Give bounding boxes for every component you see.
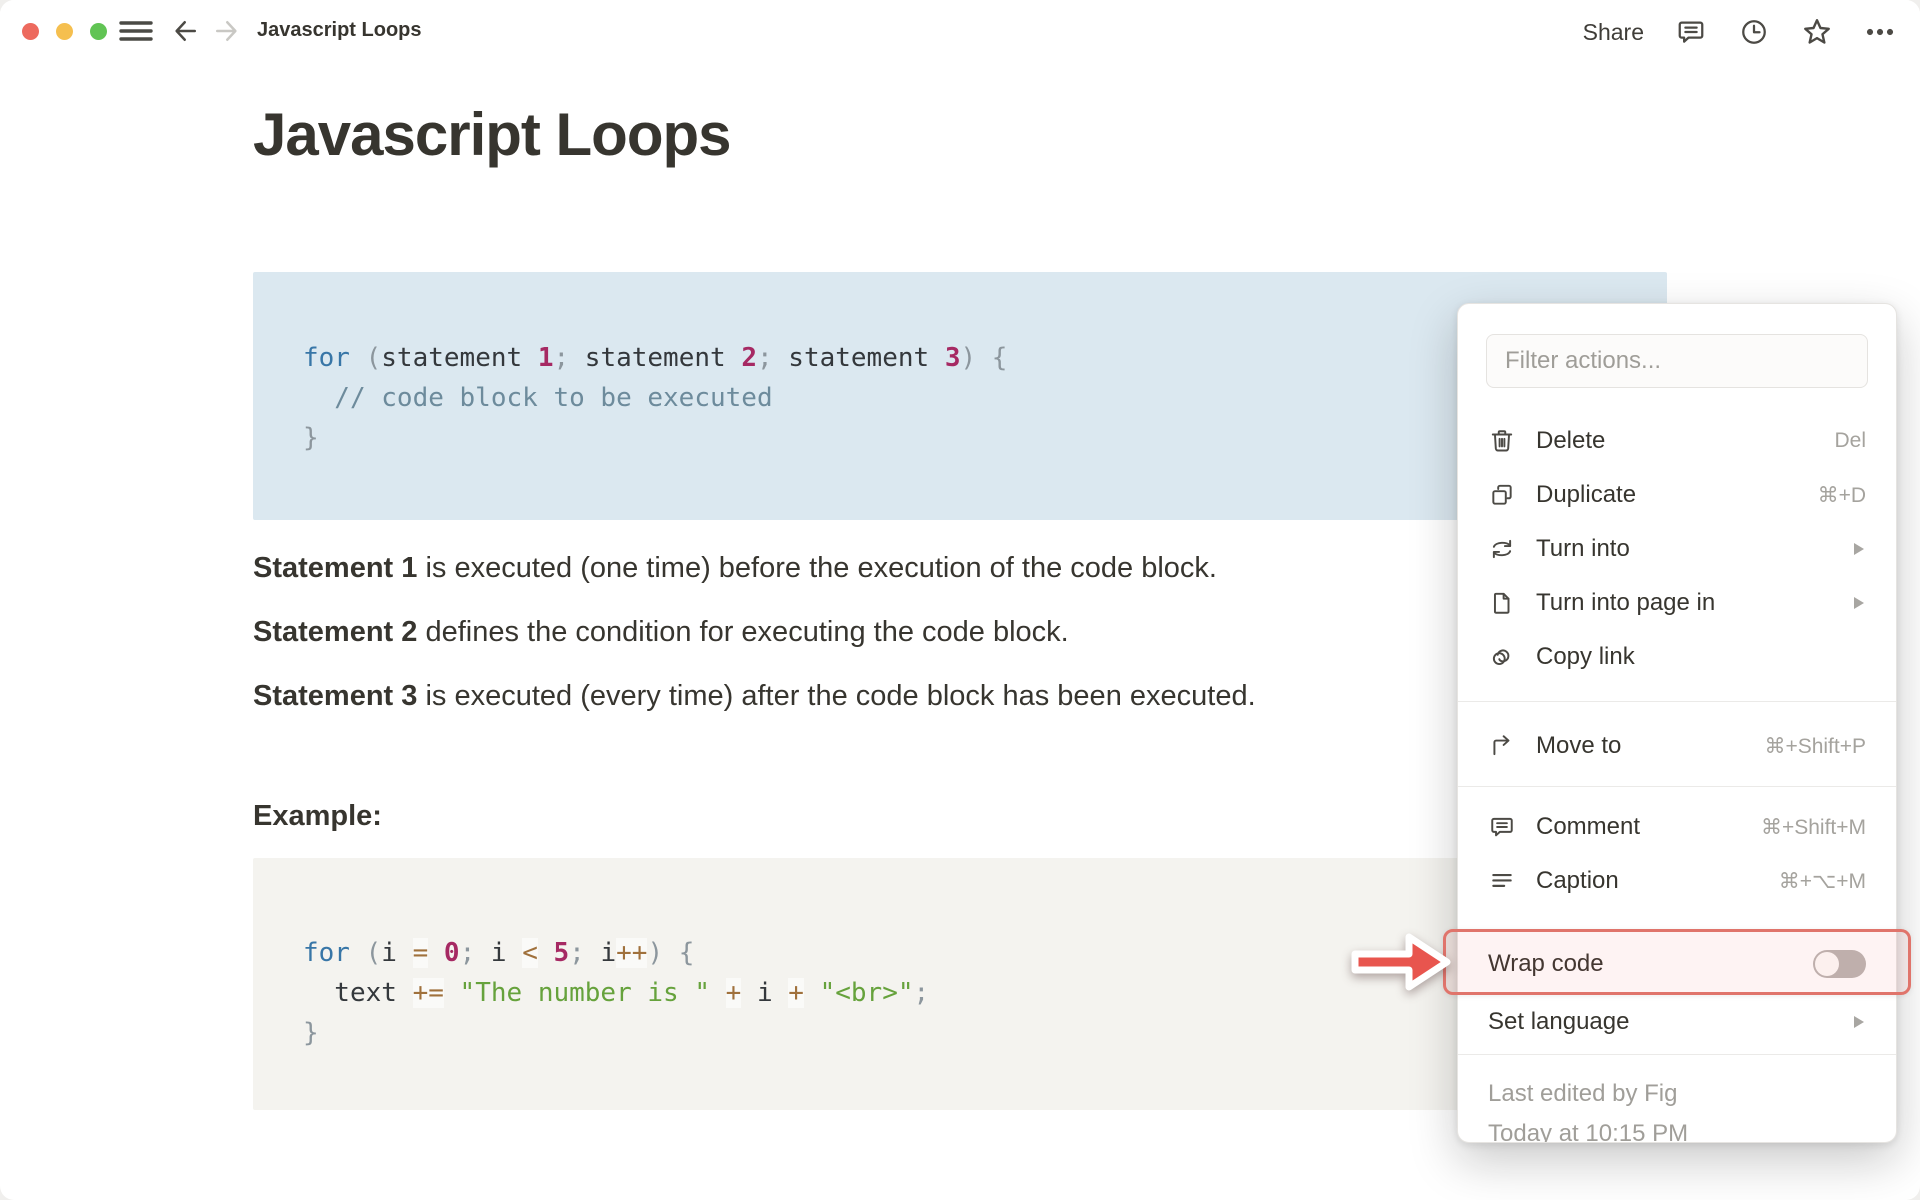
menu-item-label: Caption	[1536, 867, 1619, 894]
menu-item-duplicate[interactable]: Duplicate ⌘+D	[1458, 468, 1896, 522]
wrap-code-toggle[interactable]	[1813, 950, 1866, 978]
app-window: Javascript Loops Share Javascript Loops …	[0, 0, 1920, 1200]
menu-item-move-to[interactable]: Move to ⌘+Shift+P	[1458, 719, 1896, 773]
close-window-button[interactable]	[22, 23, 39, 40]
submenu-arrow-icon	[1852, 1014, 1866, 1030]
titlebar-page-title: Javascript Loops	[257, 19, 422, 41]
menu-item-label: Move to	[1536, 732, 1622, 759]
menu-item-turn-into[interactable]: Turn into	[1458, 522, 1896, 576]
menu-item-shortcut: ⌘+Shift+M	[1760, 815, 1866, 839]
menu-item-label: Delete	[1536, 427, 1606, 454]
menu-item-label: Copy link	[1536, 643, 1635, 670]
menu-item-label: Turn into	[1536, 535, 1630, 562]
statement-paragraph-2: Statement 2 defines the condition for ex…	[253, 616, 1069, 648]
block-actions-menu: Delete Del Duplicate ⌘+D Turn into Turn into …	[1457, 303, 1897, 1143]
menu-item-shortcut: Del	[1834, 429, 1866, 452]
menu-footer-line: Today at 10:15 PM	[1488, 1120, 1689, 1143]
statement-paragraph-3: Statement 3 is executed (every time) aft…	[253, 680, 1256, 712]
example-label: Example:	[253, 800, 382, 832]
toggle-knob	[1815, 952, 1839, 976]
menu-item-shortcut: ⌘+Shift+P	[1764, 734, 1866, 758]
comment-bubble-icon[interactable]	[1675, 16, 1707, 48]
menu-item-label: Set language	[1488, 1008, 1630, 1035]
traffic-lights	[22, 23, 107, 40]
filter-actions-input[interactable]	[1486, 334, 1868, 388]
sidebar-menu-icon[interactable]	[119, 14, 153, 48]
comment-icon	[1488, 813, 1516, 841]
menu-item-comment[interactable]: Comment ⌘+Shift+M	[1458, 800, 1896, 854]
code-block-for-loop-syntax[interactable]: for (statement 1; statement 2; statement…	[253, 272, 1667, 520]
menu-item-caption[interactable]: Caption ⌘+⌥+M	[1458, 854, 1896, 908]
menu-item-label: Duplicate	[1536, 481, 1637, 508]
page-title: Javascript Loops	[253, 101, 732, 168]
menu-divider	[1458, 786, 1896, 787]
menu-item-shortcut: ⌘+D	[1817, 483, 1866, 507]
history-clock-icon[interactable]	[1738, 16, 1770, 48]
back-arrow-icon[interactable]	[169, 14, 203, 48]
menu-item-delete[interactable]: Delete Del	[1458, 414, 1896, 468]
share-button[interactable]: Share	[1583, 19, 1644, 46]
menu-item-label: Wrap code	[1488, 950, 1604, 977]
code-line: }	[303, 1018, 319, 1048]
zoom-window-button[interactable]	[90, 23, 107, 40]
star-icon[interactable]	[1801, 16, 1833, 48]
code-line: }	[303, 423, 319, 453]
menu-item-copy-link[interactable]: Copy link	[1458, 630, 1896, 684]
turn-into-page-icon	[1488, 589, 1516, 617]
menu-item-label: Turn into page in	[1536, 589, 1716, 616]
code-line: text += "The number is " + i + "<br>";	[303, 978, 930, 1008]
submenu-arrow-icon	[1852, 595, 1866, 611]
menu-divider	[1458, 701, 1896, 702]
submenu-arrow-icon	[1852, 541, 1866, 557]
menu-divider	[1458, 1054, 1896, 1055]
menu-item-set-language[interactable]: Set language	[1458, 995, 1896, 1049]
menu-item-shortcut: ⌘+⌥+M	[1778, 869, 1866, 893]
menu-item-turn-into-page-in[interactable]: Turn into page in	[1458, 576, 1896, 630]
code-line: for (i = 0; i < 5; i++) {	[303, 938, 695, 968]
titlebar-actions: Share	[1583, 12, 1896, 52]
menu-footer: Last edited by Fig Today at 10:15 PM	[1458, 1060, 1896, 1143]
menu-item-list: Delete Del Duplicate ⌘+D Turn into Turn into …	[1458, 414, 1896, 1143]
filter-actions-field-wrap	[1486, 334, 1868, 388]
move-to-icon	[1488, 732, 1516, 760]
window-titlebar: Javascript Loops Share	[0, 0, 1920, 64]
copy-link-icon	[1488, 643, 1516, 671]
minimize-window-button[interactable]	[56, 23, 73, 40]
duplicate-icon	[1488, 481, 1516, 509]
turn-into-icon	[1488, 535, 1516, 563]
statement-paragraph-1: Statement 1 is executed (one time) befor…	[253, 552, 1217, 584]
code-line: for (statement 1; statement 2; statement…	[303, 343, 1008, 373]
more-ellipsis-icon[interactable]	[1864, 16, 1896, 48]
menu-item-wrap-code[interactable]: Wrap code	[1458, 933, 1896, 995]
code-line: // code block to be executed	[303, 383, 773, 413]
menu-item-label: Comment	[1536, 813, 1641, 840]
menu-footer-line: Last edited by Fig	[1488, 1080, 1678, 1107]
code-block-for-loop-example[interactable]: for (i = 0; i < 5; i++) { text += "The n…	[253, 858, 1667, 1110]
forward-arrow-icon[interactable]	[209, 14, 243, 48]
caption-icon	[1488, 867, 1516, 895]
trash-icon	[1488, 427, 1516, 455]
